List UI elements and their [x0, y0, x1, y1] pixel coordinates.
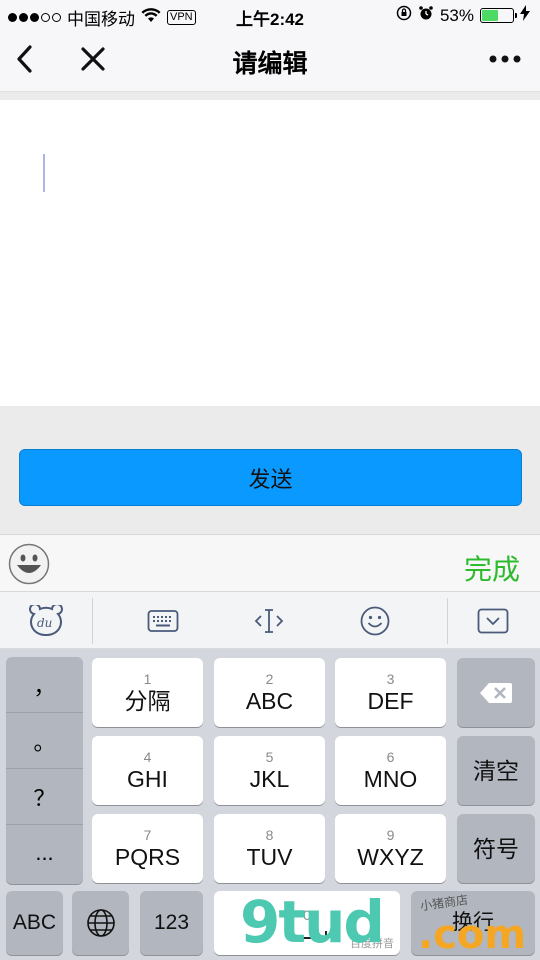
emoji-face-button[interactable]	[8, 543, 50, 585]
punctuation-column: ， 。 ？ ...	[6, 657, 83, 884]
text-caret	[43, 154, 45, 192]
orientation-lock-icon	[396, 5, 412, 26]
key-2[interactable]: 2 ABC	[214, 658, 325, 727]
emoji-panel-button[interactable]	[352, 602, 398, 640]
done-button[interactable]: 完成	[464, 548, 520, 588]
collapse-keyboard-icon	[477, 608, 509, 634]
key-label: MNO	[363, 765, 418, 792]
keyboard-icon	[147, 610, 179, 632]
more-button[interactable]	[488, 42, 522, 83]
key-number: 7	[143, 826, 152, 843]
send-area: 发送	[0, 406, 540, 534]
alarm-icon	[418, 5, 434, 26]
du-logo-button[interactable]: du	[20, 602, 72, 640]
ime-toolbar: du	[0, 592, 540, 649]
status-right: 53%	[396, 5, 530, 26]
key-label: 符号	[473, 835, 519, 862]
key-label: GHI	[127, 765, 168, 792]
text-editor[interactable]	[0, 100, 540, 406]
smiley-icon	[8, 543, 50, 585]
key-label: ABC	[12, 911, 57, 934]
key-4[interactable]: 4 GHI	[92, 736, 203, 805]
key-3[interactable]: 3 DEF	[335, 658, 446, 727]
number-key[interactable]: 123	[140, 891, 203, 955]
key-9[interactable]: 9 WXYZ	[335, 814, 446, 883]
key-number: 1	[143, 670, 152, 687]
delete-key[interactable]	[457, 658, 535, 727]
key-number: 9	[386, 826, 395, 843]
key-label: TUV	[246, 843, 293, 870]
nav-bar: 请编辑	[0, 30, 540, 92]
punct-key-question[interactable]: ？	[6, 769, 83, 825]
cursor-move-button[interactable]	[246, 602, 292, 640]
punct-key-period[interactable]: 。	[6, 713, 83, 769]
battery-icon	[480, 8, 517, 23]
key-6[interactable]: 6 MNO	[335, 736, 446, 805]
keyboard: ， 。 ？ ... 1 分隔 2 ABC 3 DEF 4 GHI 5 JKL 6…	[0, 649, 540, 960]
clear-key[interactable]: 清空	[457, 736, 535, 805]
toolbar-separator	[92, 598, 93, 644]
key-8[interactable]: 8 TUV	[214, 814, 325, 883]
toolbar-separator	[447, 598, 448, 644]
space-key[interactable]: 0 百度拼音	[214, 891, 400, 955]
key-number: 0	[303, 907, 311, 923]
key-number: 6	[386, 748, 395, 765]
key-label: 123	[153, 911, 190, 934]
key-label: JKL	[249, 765, 290, 792]
cursor-move-icon	[254, 609, 284, 633]
page-title: 请编辑	[232, 50, 308, 78]
charging-icon	[520, 5, 530, 26]
key-label: DEF	[367, 687, 414, 714]
keyboard-switch-button[interactable]	[140, 602, 186, 640]
key-number: 8	[265, 826, 274, 843]
input-accessory-bar: 完成	[0, 534, 540, 592]
key-number: 2	[265, 670, 274, 687]
abc-key[interactable]: ABC	[6, 891, 63, 955]
symbols-key[interactable]: 符号	[457, 814, 535, 883]
key-1[interactable]: 1 分隔	[92, 658, 203, 727]
key-number: 4	[143, 748, 152, 765]
space-icon	[287, 931, 327, 939]
key-label: ABC	[245, 687, 294, 714]
key-5[interactable]: 5 JKL	[214, 736, 325, 805]
return-key[interactable]: 换行	[411, 891, 535, 955]
more-icon	[489, 55, 521, 63]
emoji-icon	[360, 606, 390, 636]
punct-key-ellipsis[interactable]: ...	[6, 825, 83, 881]
key-label: 分隔	[124, 687, 171, 714]
divider	[0, 92, 540, 100]
svg-text:du: du	[37, 616, 52, 630]
key-label: 换行	[452, 911, 494, 934]
backspace-icon	[480, 682, 512, 703]
key-label: 清空	[473, 757, 519, 784]
send-button[interactable]: 发送	[19, 449, 522, 506]
punct-key-comma[interactable]: ，	[6, 657, 83, 713]
du-logo-icon: du	[29, 605, 63, 637]
globe-icon	[86, 909, 115, 937]
battery-percent: 53%	[439, 5, 474, 25]
status-bar: 中国移动 VPN 上午2:42 53%	[0, 0, 540, 30]
globe-key[interactable]	[72, 891, 129, 955]
key-number: 3	[386, 670, 395, 687]
key-label: PQRS	[114, 843, 181, 870]
key-7[interactable]: 7 PQRS	[92, 814, 203, 883]
key-label: WXYZ	[357, 843, 424, 870]
key-number: 5	[265, 748, 274, 765]
collapse-keyboard-button[interactable]	[470, 602, 516, 640]
ime-name-hint: 百度拼音	[350, 938, 394, 950]
